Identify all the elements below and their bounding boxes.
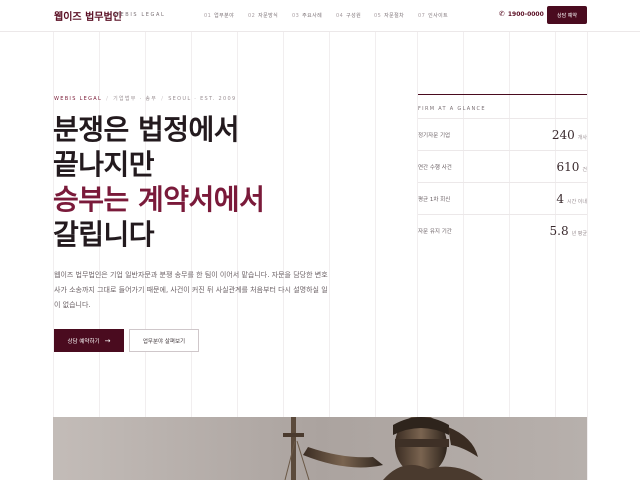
stat-row: 정기자문 기업 240 개사 xyxy=(418,118,587,150)
nav-item-5[interactable]: 05 자문절차 xyxy=(374,12,404,19)
nav-item-2[interactable]: 02 자문방식 xyxy=(248,12,278,19)
phone-icon: ✆ xyxy=(499,10,505,18)
nav-item-3[interactable]: 03 주요사례 xyxy=(292,12,322,19)
practice-areas-button[interactable]: 업무분야 살펴보기 xyxy=(129,329,199,352)
hero-headline: 분쟁은 법정에서 끝나지만 승부는 계약서에서 갈립니다 xyxy=(53,112,265,252)
stat-row: 평균 1차 회신 4 시간 이내 xyxy=(418,182,587,214)
firm-stats-panel: FIRM AT A GLANCE 정기자문 기업 240 개사 연간 수행 사건 … xyxy=(418,94,587,246)
phone-link[interactable]: ✆ 1900-0000 xyxy=(499,10,544,18)
headline-line-1: 분쟁은 법정에서 xyxy=(53,113,240,146)
header-cta-button[interactable]: 상담 예약 xyxy=(547,6,587,24)
headline-line-3: 승부는 계약서에서 xyxy=(53,183,265,216)
nav-item-6[interactable]: 07 인사이트 xyxy=(418,12,448,19)
nav-item-4[interactable]: 04 구성원 xyxy=(336,12,361,19)
statue-illustration xyxy=(53,417,587,480)
site-header: 웹이즈 법무법인 WEBIS LEGAL 01 업무분야 02 자문방식 03 주요사… xyxy=(0,0,640,32)
logo[interactable]: 웹이즈 법무법인 xyxy=(54,8,122,23)
hero-description: 웹이즈 법무법인은 기업 일반자문과 분쟁 송무를 한 팀이 이어서 맡습니다.… xyxy=(54,271,328,309)
headline-line-2: 끝나지만 xyxy=(53,148,155,181)
nav-item-1[interactable]: 01 업무분야 xyxy=(204,12,234,19)
headline-line-4: 갈립니다 xyxy=(53,218,155,251)
book-consultation-button[interactable]: 상담 예약하기 → xyxy=(54,329,124,352)
arrow-right-icon: → xyxy=(104,336,111,345)
justice-statue-image xyxy=(53,417,587,480)
logo-subtitle: WEBIS LEGAL xyxy=(114,12,166,18)
panel-title: FIRM AT A GLANCE xyxy=(418,106,486,112)
stat-row: 자문 유지 기간 5.8 년 평균 xyxy=(418,214,587,246)
breadcrumb: WEBIS LEGAL / 기업법무 · 송무 / SEOUL · EST. 2009 xyxy=(54,96,237,102)
stat-row: 연간 수행 사건 610 건 xyxy=(418,150,587,182)
